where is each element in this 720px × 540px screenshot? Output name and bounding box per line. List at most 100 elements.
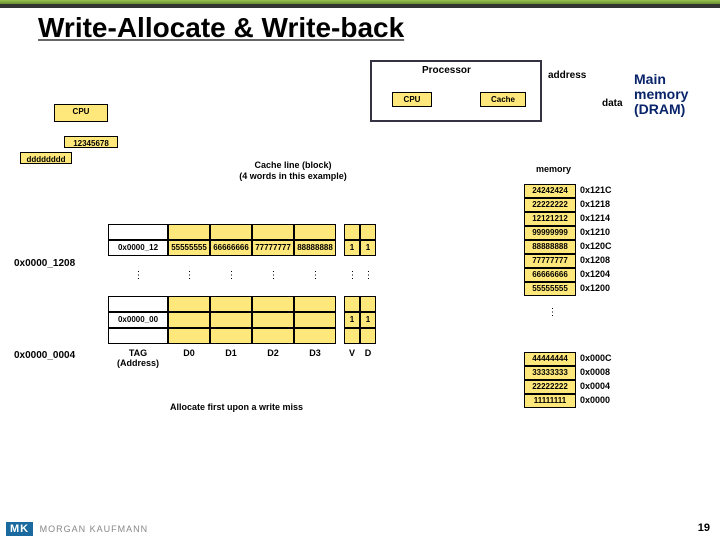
cache-d2-empty2 xyxy=(252,296,294,312)
page-title: Write-Allocate & Write-back xyxy=(0,8,720,46)
memb-1-val: 33333333 xyxy=(524,366,576,380)
cache-empty-row3 xyxy=(108,328,376,344)
cache-caption-l1: Cache line (block) xyxy=(218,160,368,171)
cache-d1-empty xyxy=(210,224,252,240)
memb-2-val: 22222222 xyxy=(524,380,576,394)
main-mem-l1: Main xyxy=(634,72,688,87)
diagram-stage: Processor CPU Cache address data Main me… xyxy=(20,56,700,510)
mem-6-addr: 0x1204 xyxy=(576,268,622,282)
cache-filled-row-2: 0x0000_00 1 1 xyxy=(108,312,376,328)
cache-d-empty3 xyxy=(360,328,376,344)
mem-4-addr: 0x120C xyxy=(576,240,622,254)
cache-caption-l2: (4 words in this example) xyxy=(218,171,368,182)
d1-hdr: D1 xyxy=(210,348,252,362)
publisher-logo: MK MORGAN KAUFMANN xyxy=(6,522,148,536)
address-arrow-label: address xyxy=(548,70,586,81)
cache-r1-d2: 77777777 xyxy=(252,240,294,256)
cache-table: 0x0000_12 55555555 66666666 77777777 888… xyxy=(108,224,376,362)
d2-hdr: D2 xyxy=(252,348,294,362)
memb-3-val: 11111111 xyxy=(524,394,576,408)
cache-d3-empty2 xyxy=(294,296,336,312)
cache-r1-v: 1 xyxy=(344,240,360,256)
cache-d2-empty3 xyxy=(252,328,294,344)
cache-v-empty3 xyxy=(344,328,360,344)
cache-r2-d: 1 xyxy=(360,312,376,328)
main-mem-l2: memory xyxy=(634,87,688,102)
cpu-inner-box: CPU xyxy=(392,92,432,107)
cache-r1-d: 1 xyxy=(360,240,376,256)
mem-0-val: 24242424 xyxy=(524,184,576,198)
cache-d0-empty xyxy=(168,224,210,240)
cache-d0-empty3 xyxy=(168,328,210,344)
main-mem-l3: (DRAM) xyxy=(634,102,688,117)
tag-col-hdr: TAG (Address) xyxy=(108,348,168,362)
cache-r2-d0 xyxy=(168,312,210,328)
memory-bot-block: 444444440x000C 333333330x0008 222222220x… xyxy=(524,352,622,408)
d3-hdr: D3 xyxy=(294,348,336,362)
mem-5-val: 77777777 xyxy=(524,254,576,268)
cache-d0-empty2 xyxy=(168,296,210,312)
mem-7-val: 55555555 xyxy=(524,282,576,296)
cache-d-empty xyxy=(360,224,376,240)
cache-tag-empty xyxy=(108,224,168,240)
memory-header: memory xyxy=(536,164,571,174)
d-hdr: D xyxy=(360,348,376,362)
cache-r1-d3: 88888888 xyxy=(294,240,336,256)
cache-addr-1208: 0x0000_1208 xyxy=(14,258,75,269)
cache-d3-empty3 xyxy=(294,328,336,344)
cache-inner-box: Cache xyxy=(480,92,526,107)
data-arrow-label: data xyxy=(602,98,623,109)
side-cpu-box: CPU xyxy=(54,104,108,122)
cache-r2-d1 xyxy=(210,312,252,328)
memb-0-addr: 0x000C xyxy=(576,352,622,366)
side-dddd-box: dddddddd xyxy=(20,152,72,164)
v-hdr: V xyxy=(344,348,360,362)
mem-3-val: 99999999 xyxy=(524,226,576,240)
mem-2-addr: 0x1214 xyxy=(576,212,622,226)
cache-r1-d1: 66666666 xyxy=(210,240,252,256)
memb-2-addr: 0x0004 xyxy=(576,380,622,394)
mk-badge: MK xyxy=(6,522,33,536)
processor-label: Processor xyxy=(422,65,471,76)
cache-line-caption: Cache line (block) (4 words in this exam… xyxy=(218,160,368,182)
side-value-box: 12345678 xyxy=(64,136,118,148)
publisher-name: MORGAN KAUFMANN xyxy=(40,524,149,534)
cache-r1-d0: 55555555 xyxy=(168,240,210,256)
memb-3-addr: 0x0000 xyxy=(576,394,622,408)
mem-1-addr: 0x1218 xyxy=(576,198,622,212)
mem-5-addr: 0x1208 xyxy=(576,254,622,268)
memb-1-addr: 0x0008 xyxy=(576,366,622,380)
cache-d-empty2 xyxy=(360,296,376,312)
cache-tag-empty2 xyxy=(108,296,168,312)
cache-dots-row: ⋮ ⋮ ⋮ ⋮ ⋮ ⋮ ⋮ xyxy=(108,256,376,296)
cache-d1-empty2 xyxy=(210,296,252,312)
mem-2-val: 12121212 xyxy=(524,212,576,226)
cache-addr-0004: 0x0000_0004 xyxy=(14,350,75,361)
memb-0-val: 44444444 xyxy=(524,352,576,366)
cache-tag-empty3 xyxy=(108,328,168,344)
cache-col-headers: TAG (Address) D0 D1 D2 D3 V D xyxy=(108,348,376,362)
mem-0-addr: 0x121C xyxy=(576,184,622,198)
d0-hdr: D0 xyxy=(168,348,210,362)
top-accent-bar xyxy=(0,0,720,8)
cache-d3-empty xyxy=(294,224,336,240)
cache-r2-v: 1 xyxy=(344,312,360,328)
cache-r1-tag: 0x0000_12 xyxy=(108,240,168,256)
memory-vdots: ⋮ xyxy=(542,310,562,316)
memory-top-block: 242424240x121C 222222220x1218 121212120x… xyxy=(524,184,622,296)
cache-d1-empty3 xyxy=(210,328,252,344)
cache-filled-row-1: 0x0000_12 55555555 66666666 77777777 888… xyxy=(108,240,376,256)
cache-empty-row2 xyxy=(108,296,376,312)
mem-1-val: 22222222 xyxy=(524,198,576,212)
main-memory-label: Main memory (DRAM) xyxy=(634,72,688,117)
mem-6-val: 66666666 xyxy=(524,268,576,282)
mem-4-val: 88888888 xyxy=(524,240,576,254)
page-number: 19 xyxy=(698,522,710,534)
cache-r2-d2 xyxy=(252,312,294,328)
cache-d2-empty xyxy=(252,224,294,240)
cache-r2-d3 xyxy=(294,312,336,328)
cache-v-empty xyxy=(344,224,360,240)
cache-v-empty2 xyxy=(344,296,360,312)
allocate-note: Allocate first upon a write miss xyxy=(170,402,303,412)
cache-empty-row xyxy=(108,224,376,240)
